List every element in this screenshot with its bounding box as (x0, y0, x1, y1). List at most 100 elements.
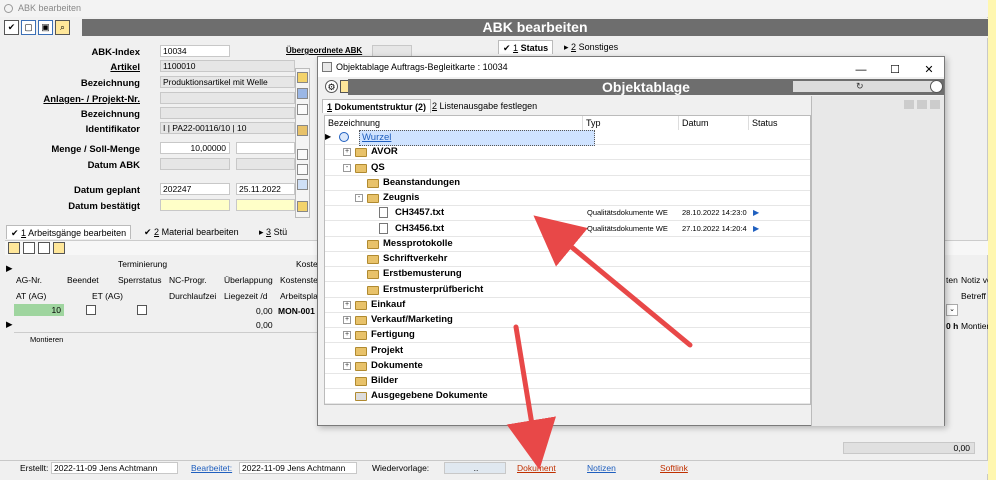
tree-folder-row[interactable]: Projekt (325, 344, 810, 359)
tree-row-label[interactable]: Fertigung (371, 328, 415, 342)
menge-field[interactable]: 10,00000 (160, 142, 230, 154)
tree-folder-row[interactable]: + Verkauf/Marketing (325, 313, 810, 328)
note-icon[interactable] (297, 72, 308, 83)
tree-row-label[interactable]: Einkauf (371, 298, 405, 312)
view-icon[interactable] (38, 242, 50, 254)
datum-geplant-week[interactable]: 202247 (160, 183, 230, 195)
tree-folder-row[interactable]: Erstbemusterung (325, 267, 810, 283)
datum-abk-field-2[interactable] (236, 158, 295, 170)
tree-row-label[interactable]: CH3457.txt (395, 206, 444, 220)
maximize-icon[interactable]: ☐ (887, 60, 903, 80)
col-status[interactable]: Status (749, 116, 810, 130)
col-durchlaufzeit[interactable]: Durchlaufzei (169, 291, 216, 301)
detach-icon[interactable] (930, 100, 940, 109)
col-liegezeit[interactable]: Liegezeit /d (224, 291, 267, 301)
tree-row-label[interactable]: QS (371, 161, 385, 175)
expand-icon[interactable]: + (343, 300, 351, 309)
link-icon[interactable] (297, 179, 308, 190)
anlagen-field[interactable] (160, 92, 295, 104)
expand-icon[interactable]: + (343, 148, 351, 157)
tree-row-label[interactable]: Erstbemusterung (383, 267, 462, 281)
gear-icon[interactable]: ⚙ (325, 80, 338, 93)
list-icon[interactable] (297, 104, 308, 115)
grid-icon[interactable] (8, 242, 20, 254)
tree-row-label[interactable]: Verkauf/Marketing (371, 313, 453, 327)
chevron-down-icon[interactable]: ⌄ (946, 304, 958, 316)
tree-folder-row[interactable]: + Einkauf (325, 298, 810, 313)
identifikator-field[interactable]: I | PA22-00116/10 | 10 (160, 122, 295, 134)
tree-row-label[interactable]: Beanstandungen (383, 176, 460, 190)
col-ag-nr[interactable]: AG-Nr. (16, 275, 42, 285)
datum-geplant-date[interactable]: 25.11.2022 (236, 183, 295, 195)
folder-icon[interactable] (297, 125, 308, 136)
tree-row-label[interactable]: Dokumente (371, 359, 423, 373)
tree-folder-row[interactable]: Erstmusterprüfbericht (325, 283, 810, 298)
tab-arbeitsgaenge[interactable]: ✔ 1 Arbeitsgänge bearbeiten (6, 225, 132, 239)
col-datum[interactable]: Datum (679, 116, 749, 130)
col-betreff[interactable]: Betreff (961, 291, 986, 301)
print-icon[interactable] (904, 100, 914, 109)
notizen-link[interactable]: Notizen (587, 462, 616, 474)
bezeichnung-field[interactable]: Produktionsartikel mit Welle (160, 76, 295, 88)
tree-document-row[interactable]: CH3457.txt Qualitätsdokumente WE 28.10.202… (325, 206, 810, 222)
tree-row-label[interactable]: Ausgegebene Dokumente (371, 389, 488, 403)
artikel-link[interactable]: Artikel (0, 62, 140, 73)
tree-row-label[interactable]: Bilder (371, 374, 398, 388)
expand-icon[interactable]: + (343, 361, 351, 370)
col-et-ag[interactable]: ET (AG) (92, 291, 123, 301)
tree-folder-row[interactable]: Schriftverkehr (325, 252, 810, 267)
pen-icon[interactable] (297, 88, 308, 99)
col-typ[interactable]: Typ (583, 116, 679, 130)
expand-icon[interactable]: + (343, 316, 351, 324)
bearbeitet-link[interactable]: Bearbeitet: (191, 462, 232, 474)
search-icon[interactable] (53, 242, 65, 254)
datum-abk-field[interactable] (160, 158, 230, 170)
tree-folder-row[interactable]: + Dokumente (325, 359, 810, 374)
table-row-ag-cell[interactable]: 10 (14, 304, 64, 316)
tree-folder-row[interactable]: ▶ Wurzel (325, 130, 810, 146)
parent-abk-label[interactable]: Übergeordnete ABK (286, 46, 362, 55)
tree-document-row[interactable]: CH3456.txt Qualitätsdokumente WE 27.10.202… (325, 222, 810, 237)
col-bezeichnung[interactable]: Bezeichnung (325, 116, 583, 130)
anlagen-link[interactable]: Anlagen- / Projekt-Nr. (0, 94, 140, 105)
search-icon[interactable]: ⌕ (55, 20, 70, 35)
minimize-icon[interactable]: — (853, 60, 869, 80)
tree-row-label[interactable]: Erstmusterprüfbericht (383, 283, 483, 297)
soll-menge-field[interactable] (236, 142, 295, 154)
tree-folder-row[interactable]: - QS (325, 161, 810, 176)
search-doc-icon[interactable] (297, 201, 308, 212)
filter-icon[interactable] (23, 242, 35, 254)
edit-icon[interactable] (297, 164, 308, 175)
col-at-ag[interactable]: AT (AG) (16, 291, 46, 301)
tree-folder-row[interactable]: Bilder (325, 374, 810, 389)
tree-row-label[interactable]: CH3456.txt (395, 222, 444, 236)
col-kostenstelle[interactable]: Kostenste (280, 275, 318, 285)
save-icon[interactable] (917, 100, 927, 109)
status-play-icon[interactable]: ▶ (753, 206, 759, 220)
softlink-link[interactable]: Softlink (660, 462, 688, 474)
tab-sonstiges[interactable]: ▸ 2 Sonstiges (560, 40, 622, 54)
window-icon[interactable]: ▢ (21, 20, 36, 35)
status-play-icon[interactable]: ▶ (753, 222, 759, 236)
tab-material[interactable]: ✔ 2 Material bearbeiten (140, 225, 243, 239)
datum-bestaetigt-week[interactable] (160, 199, 230, 211)
bezeichnung2-field[interactable] (160, 107, 295, 119)
tree-folder-row[interactable]: Beanstandungen (325, 176, 810, 191)
datum-bestaetigt-date[interactable] (236, 199, 295, 211)
col-nc-progr[interactable]: NC-Progr. (169, 275, 207, 285)
tree-folder-row[interactable]: + AVOR (325, 145, 810, 161)
table-row-ueberlappung[interactable]: 0,00 (256, 306, 273, 316)
tree-folder-row[interactable]: Ausgegebene Dokumente (325, 389, 810, 405)
abk-index-field[interactable]: 10034 (160, 45, 230, 57)
beendet-checkbox[interactable] (86, 305, 96, 315)
collapse-icon[interactable]: - (343, 163, 351, 172)
tile-icon[interactable]: ▣ (38, 20, 53, 35)
tab-dokumentstruktur[interactable]: 1 Dokumentstruktur (2) (322, 99, 432, 113)
tree-row-label[interactable]: Projekt (371, 344, 403, 358)
refresh-icon[interactable]: ↻ (856, 81, 864, 92)
tree-row-label[interactable]: AVOR (371, 145, 398, 159)
tree-row-label[interactable]: Zeugnis (383, 191, 419, 205)
sperrstatus-checkbox[interactable] (137, 305, 147, 315)
col-sperrstatus[interactable]: Sperrstatus (118, 275, 161, 285)
tab-status[interactable]: ✔ 1 Status (498, 40, 554, 54)
